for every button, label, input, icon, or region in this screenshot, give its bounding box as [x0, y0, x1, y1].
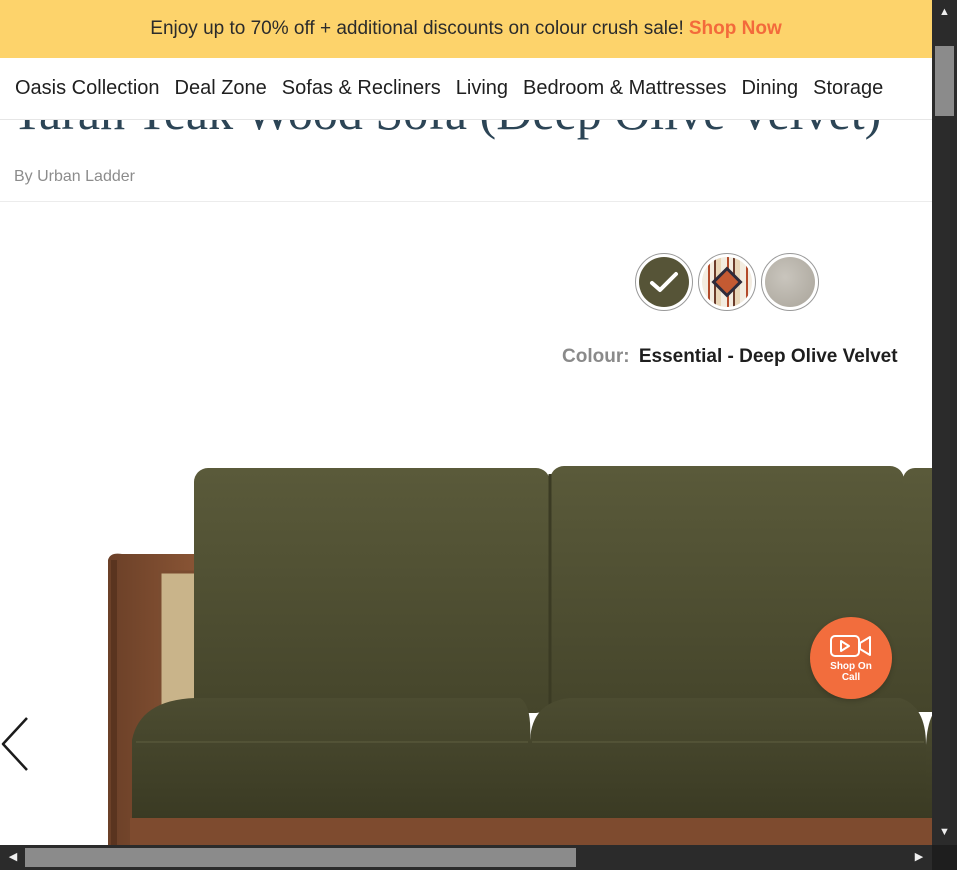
horizontal-scroll-thumb[interactable]: [25, 848, 576, 867]
nav-item-storage[interactable]: Storage: [813, 77, 883, 100]
page-viewport: Enjoy up to 70% off + additional discoun…: [0, 0, 932, 845]
colour-value: Essential - Deep Olive Velvet: [638, 346, 898, 367]
swatch-deep-olive[interactable]: [635, 253, 693, 311]
checkmark-icon: [650, 272, 678, 292]
scroll-right-icon[interactable]: ▶: [908, 845, 930, 870]
vertical-scroll-thumb[interactable]: [935, 46, 954, 116]
scrollbar-corner: [932, 845, 957, 870]
colour-swatches: [635, 253, 819, 311]
main-nav: Oasis Collection Deal Zone Sofas & Recli…: [0, 58, 932, 120]
vertical-scrollbar[interactable]: ▲ ▼: [932, 0, 957, 845]
nav-item-bedroom-mattresses[interactable]: Bedroom & Mattresses: [523, 77, 726, 100]
product-image: [108, 466, 932, 845]
previous-image-arrow[interactable]: [0, 715, 32, 773]
colour-label: Colour:: [562, 346, 630, 367]
nav-item-dining[interactable]: Dining: [741, 77, 798, 100]
shop-on-call-button[interactable]: Shop On Call: [810, 617, 892, 699]
selected-colour: Colour: Essential - Deep Olive Velvet: [562, 346, 898, 368]
nav-item-sofas-recliners[interactable]: Sofas & Recliners: [282, 77, 441, 100]
nav-item-living[interactable]: Living: [456, 77, 508, 100]
scroll-down-icon[interactable]: ▼: [932, 822, 957, 842]
scroll-left-icon[interactable]: ◀: [2, 845, 24, 870]
swatch-grey[interactable]: [761, 253, 819, 311]
nav-item-oasis-collection[interactable]: Oasis Collection: [15, 77, 160, 100]
video-call-icon: [830, 634, 871, 657]
promo-text: Enjoy up to 70% off + additional discoun…: [150, 18, 684, 39]
product-title: Taran Teak Wood Sofa (Deep Olive Velvet): [12, 120, 881, 141]
swatch-ikat-pattern[interactable]: [698, 253, 756, 311]
nav-item-deal-zone[interactable]: Deal Zone: [175, 77, 267, 100]
shop-on-call-label: Shop On Call: [830, 660, 872, 683]
product-header: Taran Teak Wood Sofa (Deep Olive Velvet)…: [0, 120, 932, 202]
scroll-up-icon[interactable]: ▲: [932, 2, 957, 22]
horizontal-scrollbar[interactable]: ◀ ▶: [0, 845, 932, 870]
promo-banner: Enjoy up to 70% off + additional discoun…: [0, 0, 932, 58]
shop-now-link[interactable]: Shop Now: [689, 18, 782, 40]
brand-line[interactable]: By Urban Ladder: [14, 168, 135, 186]
